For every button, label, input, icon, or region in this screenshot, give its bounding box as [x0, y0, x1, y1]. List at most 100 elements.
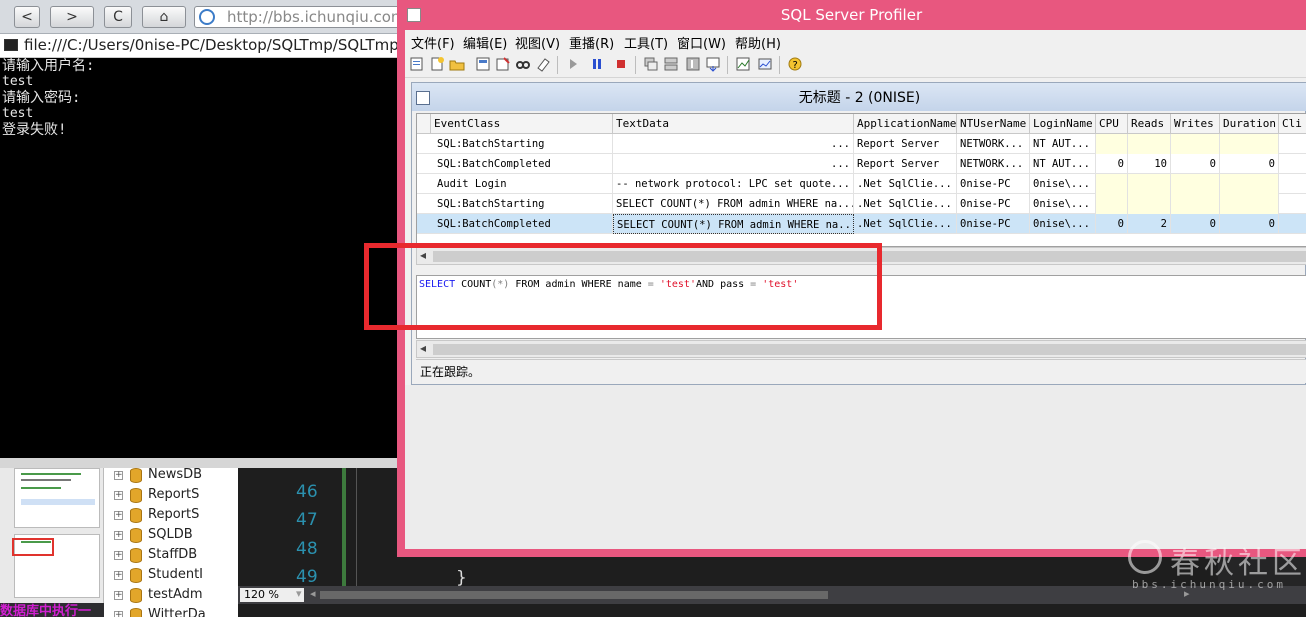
writes-cell: 0 [1171, 214, 1220, 234]
reads-cell: 10 [1128, 154, 1171, 174]
menu-help[interactable]: 帮助(H) [735, 33, 781, 52]
thumbnail[interactable] [14, 468, 100, 528]
console-line: 请输入密码: [2, 90, 81, 106]
trace-titlebar: 无标题 - 2 (0NISE) [412, 83, 1306, 111]
column-header[interactable]: Cli [1279, 114, 1306, 134]
watermark-logo-icon [1128, 540, 1162, 574]
globe-icon [199, 9, 215, 25]
code-brace: } [456, 568, 467, 588]
expand-icon[interactable]: + [114, 611, 123, 617]
zoom-dropdown-icon[interactable]: ▾ [296, 587, 302, 600]
database-icon [130, 548, 142, 563]
run-icon[interactable] [565, 56, 581, 72]
chart-icon[interactable] [757, 56, 773, 72]
new-file-icon[interactable] [429, 56, 445, 72]
event-class-cell: SQL:BatchStarting [431, 194, 613, 214]
menu-bar: 文件(F) 编辑(E) 视图(V) 重播(R) 工具(T) 窗口(W) 帮助(H… [405, 30, 1306, 52]
zoom-select[interactable]: 120 % [240, 588, 304, 602]
line-number: 47 [296, 510, 318, 530]
column-header[interactable]: CPU [1096, 114, 1128, 134]
application-cell: .Net SqlClie... [854, 174, 957, 194]
expand-icon[interactable]: + [114, 551, 123, 560]
ntuser-cell: 0nise-PC [957, 214, 1030, 234]
line-number: 48 [296, 539, 318, 559]
scroll-thumb[interactable] [433, 344, 1306, 355]
column-header[interactable]: EventClass [431, 114, 613, 134]
line-number: 46 [296, 482, 318, 502]
console-title: file:///C:/Users/0nise-PC/Desktop/SQLTmp… [24, 36, 399, 54]
find-icon[interactable] [515, 56, 531, 72]
console-titlebar: file:///C:/Users/0nise-PC/Desktop/SQLTmp… [0, 34, 400, 58]
tile-icon[interactable] [663, 56, 679, 72]
cascade-icon[interactable] [643, 56, 659, 72]
open-folder-icon[interactable] [449, 56, 465, 72]
row-header-column [417, 114, 431, 134]
writes-cell [1171, 174, 1220, 194]
column-header[interactable]: NTUserName [957, 114, 1030, 134]
pause-icon[interactable] [589, 56, 605, 72]
grid-header: EventClass TextData ApplicationName NTUs… [417, 114, 1306, 134]
forward-button[interactable]: > [50, 6, 94, 28]
reads-cell: 2 [1128, 214, 1171, 234]
menu-replay[interactable]: 重播(R) [569, 33, 614, 52]
column-header[interactable]: TextData [613, 114, 854, 134]
trace-grid[interactable]: EventClass TextData ApplicationName NTUs… [416, 113, 1306, 247]
cpu-cell [1096, 194, 1128, 214]
login-cell: 0nise\... [1030, 214, 1096, 234]
trace-row-selected[interactable]: SQL:BatchCompleted SELECT COUNT(*) FROM … [417, 214, 1306, 234]
watermark-text: 春秋社区 [1170, 546, 1306, 581]
trace-row[interactable]: SQL:BatchStarting ... Report Server NETW… [417, 134, 1306, 154]
duration-cell [1220, 194, 1279, 214]
trace-row[interactable]: SQL:BatchCompleted ... Report Server NET… [417, 154, 1306, 174]
column-icon[interactable] [685, 56, 701, 72]
menu-file[interactable]: 文件(F) [411, 33, 455, 52]
scroll-left-icon[interactable]: ◂ [420, 341, 426, 355]
help-icon[interactable]: ? [787, 56, 803, 72]
column-header[interactable]: Writes [1171, 114, 1220, 134]
application-cell: .Net SqlClie... [854, 194, 957, 214]
event-class-cell: Audit Login [431, 174, 613, 194]
home-button[interactable]: ⌂ [142, 6, 186, 28]
activity-monitor-icon[interactable] [735, 56, 751, 72]
menu-view[interactable]: 视图(V) [515, 33, 560, 52]
console-line: 请输入用户名: [2, 58, 95, 74]
column-header[interactable]: Reads [1128, 114, 1171, 134]
ntuser-cell: NETWORK... [957, 134, 1030, 154]
menu-window[interactable]: 窗口(W) [677, 33, 726, 52]
writes-cell [1171, 134, 1220, 154]
column-header[interactable]: Duration [1220, 114, 1279, 134]
clear-icon[interactable] [535, 56, 551, 72]
expand-icon[interactable]: + [114, 511, 123, 520]
stop-icon[interactable] [613, 56, 629, 72]
database-icon [130, 468, 142, 483]
column-header[interactable]: ApplicationName [854, 114, 957, 134]
text-horizontal-scrollbar[interactable]: ◂ [416, 340, 1306, 358]
menu-edit[interactable]: 编辑(E) [463, 33, 507, 52]
properties-icon[interactable] [475, 56, 491, 72]
trace-row[interactable]: SQL:BatchStarting SELECT COUNT(*) FROM a… [417, 194, 1306, 214]
trace-row[interactable]: Audit Login -- network protocol: LPC set… [417, 174, 1306, 194]
scroll-thumb[interactable] [320, 591, 828, 599]
back-button[interactable]: < [14, 6, 40, 28]
toolbar-separator [727, 56, 728, 74]
expand-icon[interactable]: + [114, 571, 123, 580]
event-class-cell: SQL:BatchCompleted [431, 154, 613, 174]
menu-tools[interactable]: 工具(T) [624, 33, 668, 52]
expand-icon[interactable]: + [114, 591, 123, 600]
duration-cell: 0 [1220, 214, 1279, 234]
reload-button[interactable]: C [104, 6, 132, 28]
new-trace-icon[interactable] [409, 56, 425, 72]
indent-guide [356, 468, 357, 586]
filter-icon[interactable] [705, 56, 721, 72]
expand-icon[interactable]: + [114, 471, 123, 480]
expand-icon[interactable]: + [114, 531, 123, 540]
trace-title: 无标题 - 2 (0NISE) [798, 90, 921, 106]
expand-icon[interactable]: + [114, 491, 123, 500]
slide-thumbnails [0, 468, 104, 603]
profiler-titlebar: SQL Server Profiler [397, 0, 1306, 30]
toolbar: ? [405, 52, 1306, 78]
column-header[interactable]: LoginName [1030, 114, 1096, 134]
address-bar[interactable]: http://bbs.ichunqiu.com [194, 6, 404, 28]
template-icon[interactable] [495, 56, 511, 72]
scroll-left-icon[interactable]: ◂ [310, 587, 316, 600]
